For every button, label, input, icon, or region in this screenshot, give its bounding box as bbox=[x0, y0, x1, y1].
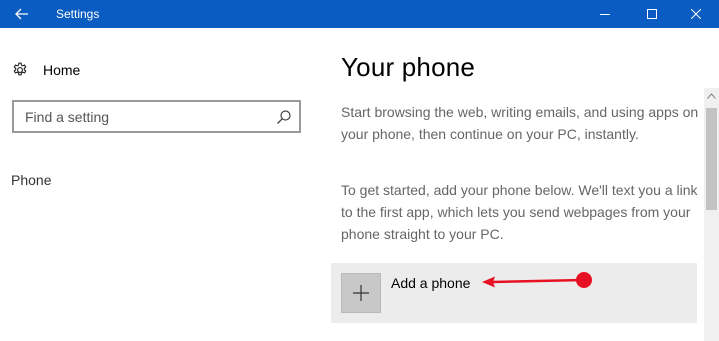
scrollbar[interactable] bbox=[704, 88, 719, 341]
intro-paragraph: Start browsing the web, writing emails, … bbox=[341, 104, 699, 142]
close-icon bbox=[691, 9, 701, 19]
minimize-button[interactable] bbox=[582, 0, 628, 28]
search-icon[interactable] bbox=[276, 109, 292, 125]
plus-icon bbox=[353, 285, 369, 301]
search-box[interactable] bbox=[12, 100, 301, 133]
scroll-up-button[interactable] bbox=[704, 88, 719, 104]
chevron-up-icon bbox=[707, 93, 716, 99]
instructions-paragraph: To get started, add your phone below. We… bbox=[341, 182, 698, 242]
page-title: Your phone bbox=[341, 52, 476, 82]
maximize-icon bbox=[647, 9, 657, 19]
scroll-thumb[interactable] bbox=[706, 108, 717, 210]
plus-icon-box bbox=[341, 273, 381, 313]
search-input[interactable] bbox=[14, 102, 269, 131]
home-label: Home bbox=[43, 62, 81, 78]
window-title: Settings bbox=[56, 7, 100, 21]
maximize-button[interactable] bbox=[629, 0, 675, 28]
close-button[interactable] bbox=[673, 0, 719, 28]
minimize-icon bbox=[600, 14, 610, 15]
back-button[interactable] bbox=[0, 0, 44, 28]
title-bar: Settings bbox=[0, 0, 719, 28]
gear-icon bbox=[13, 62, 27, 76]
nav-section-label: Phone bbox=[11, 172, 52, 188]
back-arrow-icon bbox=[15, 8, 28, 20]
annotation-arrow bbox=[482, 272, 592, 288]
add-phone-label: Add a phone bbox=[391, 275, 471, 291]
home-nav-item[interactable]: Home bbox=[12, 60, 80, 80]
